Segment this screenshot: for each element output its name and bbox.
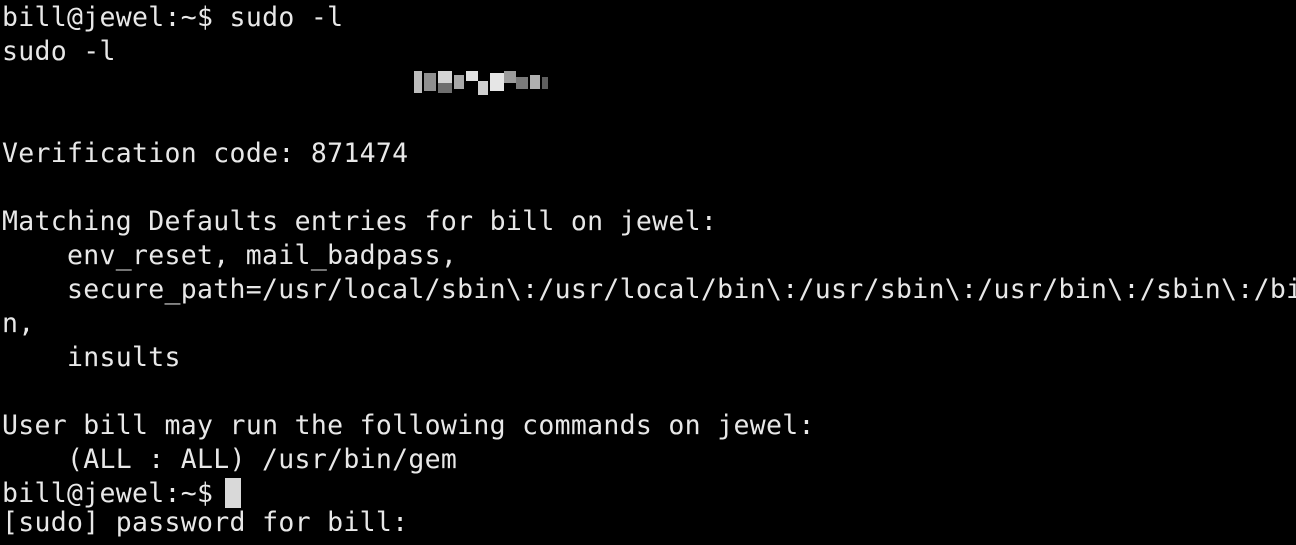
defaults-entry-line: insults [67,342,181,373]
commands-header-line: User bill may run the following commands… [2,410,815,441]
terminal-window[interactable]: bill@jewel:~$ sudo -l sudo -l [sudo] pas… [0,0,1296,538]
redacted-password [414,69,552,95]
secure-path-line: secure_path=/usr/local/sbin\:/usr/local/… [67,274,1296,305]
prompt-line[interactable]: bill@jewel:~$ [2,477,242,511]
password-prompt-line: [sudo] password for bill: [2,69,552,538]
secure-path-wrap-line: n, [2,308,35,339]
terminal-line: sudo -l [2,36,116,67]
text-cursor [225,478,242,508]
password-prompt: [sudo] password for bill: [2,507,409,538]
defaults-header-line: Matching Defaults entries for bill on je… [2,206,718,237]
shell-prompt: bill@jewel:~$ [2,478,214,509]
verification-code-line: Verification code: 871474 [2,138,409,169]
allowed-command-line: (ALL : ALL) /usr/bin/gem [67,444,458,475]
terminal-line: bill@jewel:~$ sudo -l [2,2,344,33]
defaults-entry-line: env_reset, mail_badpass, [67,240,458,271]
